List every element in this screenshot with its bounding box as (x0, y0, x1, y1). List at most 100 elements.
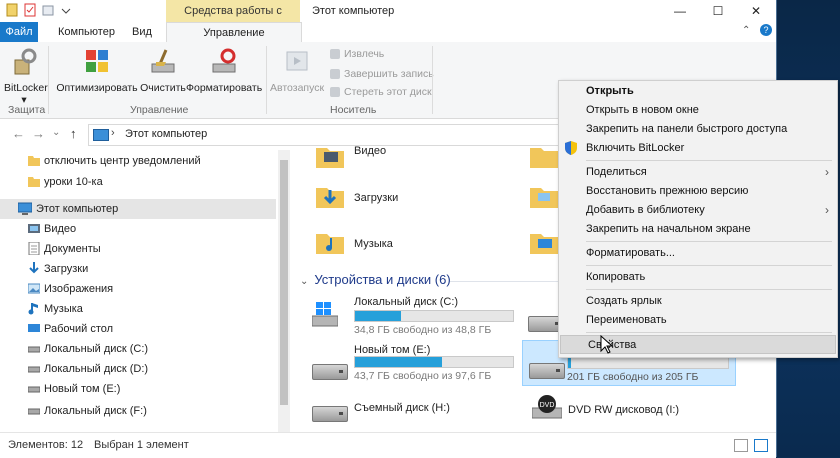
view-toggle (734, 439, 768, 452)
details-view-icon[interactable] (734, 439, 748, 452)
desktop-icon (28, 324, 40, 332)
drive-icon (28, 346, 40, 353)
music-folder-icon[interactable] (316, 228, 344, 256)
nav-item-pictures[interactable]: Изображения (0, 279, 276, 299)
close-button[interactable]: ✕ (736, 0, 776, 22)
menu-item-label: Создать ярлык (586, 295, 662, 307)
menu-item-pin-quick-access[interactable]: Закрепить на панели быстрого доступа (559, 120, 837, 139)
nav-item-drive-f[interactable]: Локальный диск (F:) (0, 401, 276, 421)
erase-icon (330, 87, 340, 97)
drive-tools-context-tab: Средства работы с дисками (166, 0, 300, 39)
downloads-folder-label[interactable]: Загрузки (354, 192, 398, 204)
nav-item-video[interactable]: Видео (0, 219, 276, 239)
nav-item-label: отключить центр уведомлений (44, 155, 201, 167)
optimize-button[interactable]: Оптимизировать (56, 46, 138, 94)
nav-item-label: Локальный диск (D:) (44, 363, 149, 375)
help-icon[interactable]: ? (760, 24, 772, 36)
menu-item-label: Закрепить на начальном экране (586, 223, 751, 235)
group-divider (432, 46, 433, 114)
menu-separator (586, 160, 832, 161)
menu-item-copy[interactable]: Копировать (559, 268, 837, 287)
mouse-cursor-icon (600, 335, 614, 354)
nav-item-label: Документы (44, 243, 101, 255)
menu-item-label: Восстановить прежнюю версию (586, 185, 749, 197)
up-button[interactable]: ↑ (70, 126, 77, 141)
nav-item-documents[interactable]: Документы (0, 239, 276, 259)
eject-icon (330, 49, 340, 59)
menu-item-open[interactable]: Открыть (559, 82, 837, 101)
bitlocker-button[interactable]: BitLocker ▾ (4, 46, 48, 106)
menu-item-share[interactable]: Поделиться › (559, 163, 837, 182)
qat-dropdown-icon[interactable] (60, 3, 72, 17)
menu-item-label: Переименовать (586, 314, 667, 326)
nav-item-drive-d[interactable]: Локальный диск (D:) (0, 359, 276, 379)
finish-burn-button[interactable]: Завершить запись (330, 68, 434, 80)
windows-drive-icon (312, 302, 338, 327)
tab-view[interactable]: Вид (124, 22, 160, 42)
music-folder-label[interactable]: Музыка (354, 238, 393, 250)
nav-item-folder[interactable]: уроки 10-ка (0, 172, 276, 192)
recent-locations-button[interactable]: ⌄ (52, 127, 60, 138)
nav-item-folder[interactable]: отключить центр уведомлений (0, 151, 276, 171)
menu-item-restore-previous[interactable]: Восстановить прежнюю версию (559, 182, 837, 201)
desktop-folder-icon[interactable] (530, 228, 558, 256)
autoplay-button[interactable]: Автозапуск (270, 46, 324, 94)
downloads-folder-icon[interactable] (316, 182, 344, 210)
menu-item-label: Открыть (586, 85, 634, 97)
nav-item-downloads[interactable]: Загрузки (0, 259, 276, 279)
nav-item-label: Изображения (44, 283, 114, 295)
menu-item-create-shortcut[interactable]: Создать ярлык (559, 292, 837, 311)
nav-item-music[interactable]: Музыка (0, 299, 276, 319)
nav-item-drive-e[interactable]: Новый том (E:) (0, 379, 276, 399)
menu-item-pin-start[interactable]: Закрепить на начальном экране (559, 220, 837, 239)
breadcrumb-path[interactable]: Этот компьютер (125, 128, 207, 140)
tab-computer[interactable]: Компьютер (50, 22, 123, 42)
erase-disc-button[interactable]: Стереть этот диск (330, 86, 432, 98)
eject-button[interactable]: Извлечь (330, 48, 384, 60)
video-folder-icon[interactable] (316, 142, 344, 170)
computer-icon (93, 129, 109, 141)
nav-pane-scrollbar[interactable] (278, 150, 290, 432)
nav-item-drive-c[interactable]: Локальный диск (C:) (0, 339, 276, 359)
devices-section-header[interactable]: ⌄ Устройства и диски (6) (300, 272, 451, 287)
documents-folder-icon[interactable] (530, 142, 558, 170)
drive-c-usage-fill (355, 311, 401, 321)
new-folder-qat-icon[interactable] (42, 3, 54, 17)
breadcrumb-chevron-icon[interactable]: › (111, 127, 115, 139)
tiles-view-icon[interactable] (754, 439, 768, 452)
minimize-button[interactable]: — (660, 0, 700, 22)
collapse-chevron-icon[interactable]: ⌄ (300, 276, 308, 287)
cleanup-button[interactable]: Очистить (140, 46, 186, 94)
menu-item-open-new-window[interactable]: Открыть в новом окне (559, 101, 837, 120)
menu-separator (586, 332, 832, 333)
cleanup-icon (151, 49, 175, 73)
optimize-icon (86, 50, 108, 72)
menu-item-add-to-library[interactable]: Добавить в библиотеку › (559, 201, 837, 220)
app-icon (6, 3, 18, 17)
maximize-button[interactable]: ☐ (698, 0, 738, 22)
tab-manage[interactable]: Управление (166, 22, 302, 43)
collapse-ribbon-icon[interactable]: ⌃ (742, 25, 750, 36)
group-protection-label: Защита (8, 104, 46, 116)
nav-item-label: Локальный диск (F:) (44, 405, 147, 417)
forward-button[interactable]: → (32, 126, 45, 141)
selected-drive-usage-fill (568, 358, 572, 368)
properties-qat-icon[interactable] (24, 3, 36, 17)
menu-item-format[interactable]: Форматировать... (559, 244, 837, 263)
menu-item-label: Включить BitLocker (586, 142, 685, 154)
nav-item-this-pc[interactable]: Этот компьютер (0, 199, 276, 219)
burn-icon (330, 69, 340, 79)
nav-item-desktop[interactable]: Рабочий стол (0, 319, 276, 339)
drive-e-usage-bar (354, 356, 514, 368)
drive-icon (28, 366, 40, 373)
scrollbar-thumb[interactable] (280, 160, 288, 405)
menu-separator (586, 241, 832, 242)
format-button[interactable]: Форматировать (186, 46, 262, 94)
pictures-icon (28, 283, 40, 294)
video-folder-label[interactable]: Видео (354, 145, 386, 157)
menu-item-enable-bitlocker[interactable]: Включить BitLocker (559, 139, 837, 158)
back-button[interactable]: ← (12, 126, 25, 141)
tab-file[interactable]: Файл (0, 22, 38, 42)
menu-item-rename[interactable]: Переименовать (559, 311, 837, 330)
pictures-folder-icon[interactable] (530, 182, 558, 210)
